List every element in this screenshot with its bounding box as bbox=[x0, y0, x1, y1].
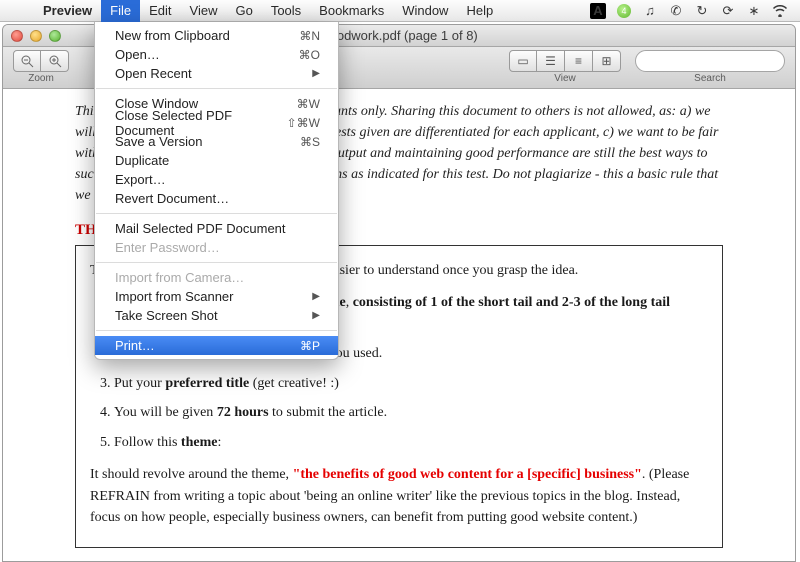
menu-separator bbox=[96, 88, 337, 89]
theme-paragraph: It should revolve around the theme, "the… bbox=[90, 464, 708, 529]
menu-label: Take Screen Shot bbox=[115, 308, 218, 323]
list-item: You will be given 72 hours to submit the… bbox=[114, 402, 708, 424]
toolbar-search-group: Search bbox=[635, 50, 785, 84]
menu-label: Open Recent bbox=[115, 66, 192, 81]
toolbar-label: View bbox=[554, 73, 576, 84]
menu-revert[interactable]: Revert Document… bbox=[95, 189, 338, 208]
toolbar-view-group: ▭ ☰ ≡ ⊞ View bbox=[509, 50, 621, 84]
menubar-status-area: A 4 ♫ ✆ ↻ ⟳ ∗ bbox=[590, 3, 792, 19]
menu-take-screenshot[interactable]: Take Screen Shot ▶ bbox=[95, 306, 338, 325]
view-contact-sheet-button[interactable]: ⊞ bbox=[593, 50, 621, 72]
menu-print[interactable]: Print… ⌘P bbox=[95, 336, 338, 355]
menu-label: Print… bbox=[115, 338, 155, 353]
menu-open-recent[interactable]: Open Recent ▶ bbox=[95, 64, 338, 83]
search-input[interactable] bbox=[635, 50, 785, 72]
menubar-window[interactable]: Window bbox=[393, 0, 457, 22]
list-item: Follow this theme: bbox=[114, 432, 708, 454]
menu-mail-selected[interactable]: Mail Selected PDF Document bbox=[95, 219, 338, 238]
submenu-arrow-icon: ▶ bbox=[312, 68, 320, 79]
view-thumbnails-button[interactable]: ☰ bbox=[537, 50, 565, 72]
menu-open[interactable]: Open… ⌘O bbox=[95, 45, 338, 64]
menu-close-selected[interactable]: Close Selected PDF Document⇧⌘W bbox=[95, 113, 338, 132]
wifi-icon[interactable] bbox=[772, 3, 788, 19]
submenu-arrow-icon: ▶ bbox=[312, 291, 320, 302]
view-content-only-button[interactable]: ▭ bbox=[509, 50, 537, 72]
menubar-view[interactable]: View bbox=[181, 0, 227, 22]
view-toc-button[interactable]: ≡ bbox=[565, 50, 593, 72]
menu-enter-password: Enter Password… bbox=[95, 238, 338, 257]
menu-label: Export… bbox=[115, 172, 166, 187]
shortcut: ⌘P bbox=[300, 339, 320, 353]
menu-label: Duplicate bbox=[115, 153, 169, 168]
close-icon[interactable] bbox=[11, 30, 23, 42]
menu-label: Enter Password… bbox=[115, 240, 220, 255]
itunes-icon[interactable]: ♫ bbox=[642, 3, 658, 19]
menubar-bookmarks[interactable]: Bookmarks bbox=[310, 0, 393, 22]
minimize-icon[interactable] bbox=[30, 30, 42, 42]
menubar-edit[interactable]: Edit bbox=[140, 0, 180, 22]
menu-import-camera: Import from Camera… bbox=[95, 268, 338, 287]
toolbar-label: Search bbox=[694, 73, 726, 84]
spotify-icon[interactable]: 4 bbox=[616, 3, 632, 19]
menubar: Preview File Edit View Go Tools Bookmark… bbox=[0, 0, 800, 22]
menu-label: Mail Selected PDF Document bbox=[115, 221, 286, 236]
sync-icon[interactable]: ⟳ bbox=[720, 3, 736, 19]
apple-logo-icon[interactable] bbox=[8, 3, 24, 19]
menubar-help[interactable]: Help bbox=[457, 0, 502, 22]
menu-import-scanner[interactable]: Import from Scanner ▶ bbox=[95, 287, 338, 306]
traffic-lights bbox=[11, 30, 61, 42]
menu-separator bbox=[96, 330, 337, 331]
zoom-icon[interactable] bbox=[49, 30, 61, 42]
menubar-tools[interactable]: Tools bbox=[262, 0, 310, 22]
shortcut: ⌘N bbox=[299, 29, 320, 43]
menu-separator bbox=[96, 262, 337, 263]
file-menu-dropdown: New from Clipboard ⌘N Open… ⌘O Open Recent… bbox=[94, 22, 339, 360]
shortcut: ⌘W bbox=[297, 97, 320, 111]
adobe-icon[interactable]: A bbox=[590, 3, 606, 19]
menubar-file[interactable]: File bbox=[101, 0, 140, 22]
menu-label: Revert Document… bbox=[115, 191, 229, 206]
list-item: Put your preferred title (get creative! … bbox=[114, 373, 708, 395]
menubar-app[interactable]: Preview bbox=[34, 0, 101, 22]
menu-label: New from Clipboard bbox=[115, 28, 230, 43]
submenu-arrow-icon: ▶ bbox=[312, 310, 320, 321]
zoom-in-button[interactable] bbox=[41, 50, 69, 72]
toolbar-label: Zoom bbox=[28, 73, 54, 84]
time-machine-icon[interactable]: ↻ bbox=[694, 3, 710, 19]
bluetooth-icon[interactable]: ∗ bbox=[746, 3, 762, 19]
shortcut: ⇧⌘W bbox=[287, 116, 320, 130]
shortcut: ⌘O bbox=[299, 48, 320, 62]
facetime-icon[interactable]: ✆ bbox=[668, 3, 684, 19]
menu-label: Import from Camera… bbox=[115, 270, 244, 285]
toolbar-zoom-group: Zoom bbox=[13, 50, 69, 84]
menu-label: Save a Version bbox=[115, 134, 202, 149]
shortcut: ⌘S bbox=[300, 135, 320, 149]
menu-duplicate[interactable]: Duplicate bbox=[95, 151, 338, 170]
menu-separator bbox=[96, 213, 337, 214]
zoom-out-button[interactable] bbox=[13, 50, 41, 72]
menu-label: Open… bbox=[115, 47, 160, 62]
menu-save-version[interactable]: Save a Version ⌘S bbox=[95, 132, 338, 151]
menu-export[interactable]: Export… bbox=[95, 170, 338, 189]
menu-label: Import from Scanner bbox=[115, 289, 234, 304]
handwritten-quote: "the benefits of good web content for a … bbox=[293, 467, 642, 482]
menubar-go[interactable]: Go bbox=[226, 0, 261, 22]
menu-new-from-clipboard[interactable]: New from Clipboard ⌘N bbox=[95, 26, 338, 45]
